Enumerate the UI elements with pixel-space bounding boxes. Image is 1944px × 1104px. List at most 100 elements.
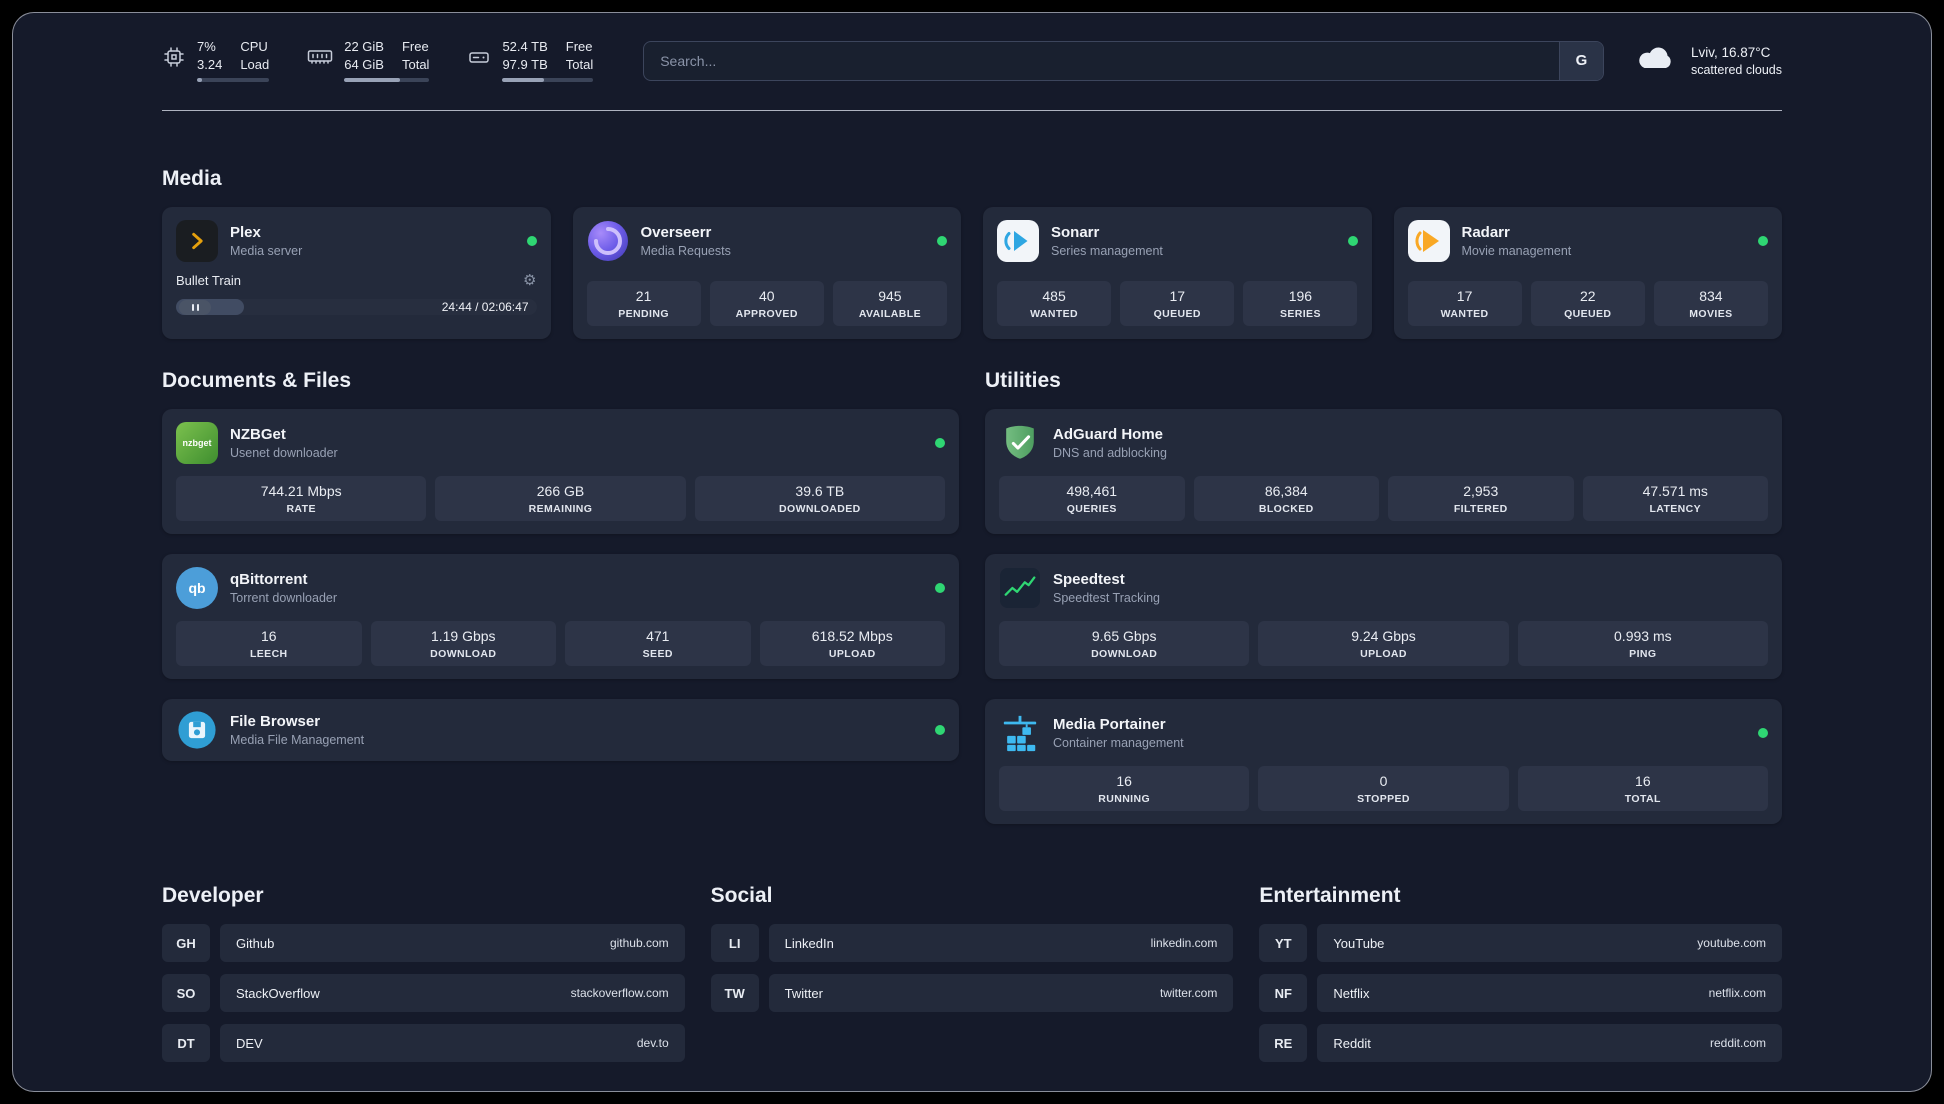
developer-section-title: Developer bbox=[162, 884, 264, 907]
cpu-load-label: Load bbox=[240, 57, 270, 72]
disk-total-label: Total bbox=[565, 57, 594, 72]
disk-drive-icon bbox=[467, 45, 491, 69]
nzbget-icon: nzbget bbox=[176, 422, 218, 464]
stat-tile: 9.24 Gbps UPLOAD bbox=[1258, 621, 1509, 666]
stat-tile: 17 WANTED bbox=[1407, 281, 1522, 326]
plex-card[interactable]: Plex Media server Bullet Train ⚙ 24:44 /… bbox=[162, 207, 551, 339]
cpu-usage-bar bbox=[197, 78, 270, 82]
plex-progress-bar[interactable]: 24:44 / 02:06:47 bbox=[176, 296, 537, 318]
portainer-card[interactable]: Media Portainer Container management 16 … bbox=[985, 699, 1782, 824]
media-section: Media Plex Media server Bullet Train ⚙ 2… bbox=[162, 167, 1782, 339]
portainer-crane-icon bbox=[999, 712, 1041, 754]
developer-group: Developer GH Github github.com SO StackO… bbox=[162, 884, 685, 1074]
disk-free: 52.4 TB bbox=[502, 39, 548, 54]
app-subtitle: Usenet downloader bbox=[230, 446, 338, 460]
stat-tile: 485 WANTED bbox=[997, 281, 1112, 326]
status-dot bbox=[937, 236, 947, 246]
stat-tile: 0 STOPPED bbox=[1258, 766, 1509, 811]
app-name: Radarr bbox=[1461, 224, 1510, 241]
speedtest-card[interactable]: Speedtest Speedtest Tracking 9.65 Gbps D… bbox=[985, 554, 1782, 679]
social-group: Social LI LinkedIn linkedin.com TW Twitt… bbox=[710, 884, 1234, 1074]
gear-icon[interactable]: ⚙ bbox=[523, 273, 536, 288]
weather-location: Lviv, 16.87°C bbox=[1690, 44, 1771, 60]
stat-tile: 16 LEECH bbox=[176, 621, 362, 666]
stat-tile: 16 RUNNING bbox=[999, 766, 1250, 811]
stat-tile: 1.19 Gbps DOWNLOAD bbox=[370, 621, 556, 666]
status-dot bbox=[526, 236, 537, 246]
filebrowser-icon bbox=[176, 709, 218, 751]
nzbget-card[interactable]: nzbget NZBGet Usenet downloader 744.21 M… bbox=[162, 409, 959, 534]
plex-icon bbox=[176, 220, 218, 262]
status-dot bbox=[935, 725, 945, 735]
disk-usage-bar bbox=[502, 78, 594, 82]
search-input[interactable] bbox=[644, 52, 1559, 69]
entertainment-section-title: Entertainment bbox=[1259, 884, 1401, 907]
app-name: Speedtest bbox=[1053, 571, 1125, 588]
app-subtitle: Movie management bbox=[1461, 244, 1572, 258]
ram-total-label: Total bbox=[401, 57, 430, 72]
weather-widget: Lviv, 16.87°C scattered clouds bbox=[1634, 43, 1782, 78]
cpu-label: CPU bbox=[240, 39, 268, 54]
app-subtitle: Media Requests bbox=[640, 244, 731, 258]
stat-tile: 40 APPROVED bbox=[709, 281, 824, 326]
app-name: Plex bbox=[230, 224, 261, 241]
ram-usage-bar bbox=[344, 78, 430, 82]
bookmark-twitter[interactable]: TW Twitter twitter.com bbox=[710, 974, 1234, 1012]
status-dot bbox=[1758, 728, 1768, 738]
app-subtitle: Speedtest Tracking bbox=[1053, 591, 1161, 605]
disk-metric: 52.4 TB Free 97.9 TB Total bbox=[467, 39, 594, 82]
sonarr-card[interactable]: Sonarr Series management 485 WANTED 17 Q… bbox=[983, 207, 1372, 339]
stat-tile: 21 PENDING bbox=[586, 281, 701, 326]
app-subtitle: DNS and adblocking bbox=[1053, 446, 1167, 460]
pause-button[interactable] bbox=[179, 299, 211, 315]
status-dot bbox=[1347, 236, 1358, 246]
stat-tile: 498,461 QUERIES bbox=[999, 476, 1185, 521]
bookmark-netflix[interactable]: NF Netflix netflix.com bbox=[1259, 974, 1782, 1012]
bookmark-reddit[interactable]: RE Reddit reddit.com bbox=[1259, 1024, 1782, 1062]
playback-time: 24:44 / 02:06:47 bbox=[441, 300, 529, 314]
app-name: NZBGet bbox=[230, 426, 286, 443]
ram-free-label: Free bbox=[401, 39, 429, 54]
cpu-percent: 7% bbox=[197, 39, 216, 54]
cpu-chip-icon bbox=[162, 45, 186, 69]
stat-tile: 834 MOVIES bbox=[1653, 281, 1768, 326]
top-bar: 7% CPU 3.24 Load 22 GiB Free 64 GiB Tota… bbox=[162, 39, 1782, 82]
status-dot bbox=[935, 438, 945, 448]
bookmark-dev[interactable]: DT DEV dev.to bbox=[162, 1024, 685, 1062]
search-engine-button[interactable]: G bbox=[1558, 41, 1603, 80]
entertainment-group: Entertainment YT YouTube youtube.com NF … bbox=[1259, 884, 1782, 1074]
bookmark-stackoverflow[interactable]: SO StackOverflow stackoverflow.com bbox=[162, 974, 685, 1012]
bookmark-youtube[interactable]: YT YouTube youtube.com bbox=[1259, 924, 1782, 962]
search-bar: G bbox=[643, 40, 1604, 81]
ram-metric: 22 GiB Free 64 GiB Total bbox=[307, 39, 430, 82]
qbittorrent-icon: qb bbox=[176, 567, 218, 609]
radarr-card[interactable]: Radarr Movie management 17 WANTED 22 QUE… bbox=[1393, 207, 1782, 339]
stat-tile: 39.6 TB DOWNLOADED bbox=[694, 476, 945, 521]
social-section-title: Social bbox=[710, 884, 773, 907]
bookmark-github[interactable]: GH Github github.com bbox=[162, 924, 685, 962]
speedtest-graph-icon bbox=[999, 567, 1041, 609]
disk-free-label: Free bbox=[565, 39, 593, 54]
stat-tile: 22 QUEUED bbox=[1530, 281, 1645, 326]
dashboard: 7% CPU 3.24 Load 22 GiB Free 64 GiB Tota… bbox=[12, 12, 1932, 1092]
stat-tile: 9.65 Gbps DOWNLOAD bbox=[999, 621, 1250, 666]
media-section-title: Media bbox=[162, 167, 222, 190]
filebrowser-card[interactable]: File Browser Media File Management bbox=[162, 699, 959, 761]
ram-total: 64 GiB bbox=[344, 57, 384, 72]
overseerr-card[interactable]: Overseerr Media Requests 21 PENDING 40 A… bbox=[572, 207, 961, 339]
status-dot bbox=[1758, 236, 1768, 246]
sonarr-icon bbox=[997, 220, 1039, 262]
stat-tile: 0.993 ms PING bbox=[1517, 621, 1768, 666]
ram-free: 22 GiB bbox=[344, 39, 384, 54]
content-container: 7% CPU 3.24 Load 22 GiB Free 64 GiB Tota… bbox=[162, 13, 1782, 1091]
bookmark-linkedin[interactable]: LI LinkedIn linkedin.com bbox=[710, 924, 1234, 962]
adguard-card[interactable]: AdGuard Home DNS and adblocking 498,461 … bbox=[985, 409, 1782, 534]
overseerr-icon bbox=[587, 220, 629, 262]
adguard-shield-icon bbox=[999, 422, 1041, 464]
stat-tile: 196 SERIES bbox=[1243, 281, 1358, 326]
app-subtitle: Series management bbox=[1051, 244, 1163, 258]
header-divider bbox=[162, 110, 1782, 111]
stat-tile: 86,384 BLOCKED bbox=[1193, 476, 1379, 521]
app-name: Media Portainer bbox=[1053, 716, 1166, 733]
qbittorrent-card[interactable]: qb qBittorrent Torrent downloader 16 LEE… bbox=[162, 554, 959, 679]
